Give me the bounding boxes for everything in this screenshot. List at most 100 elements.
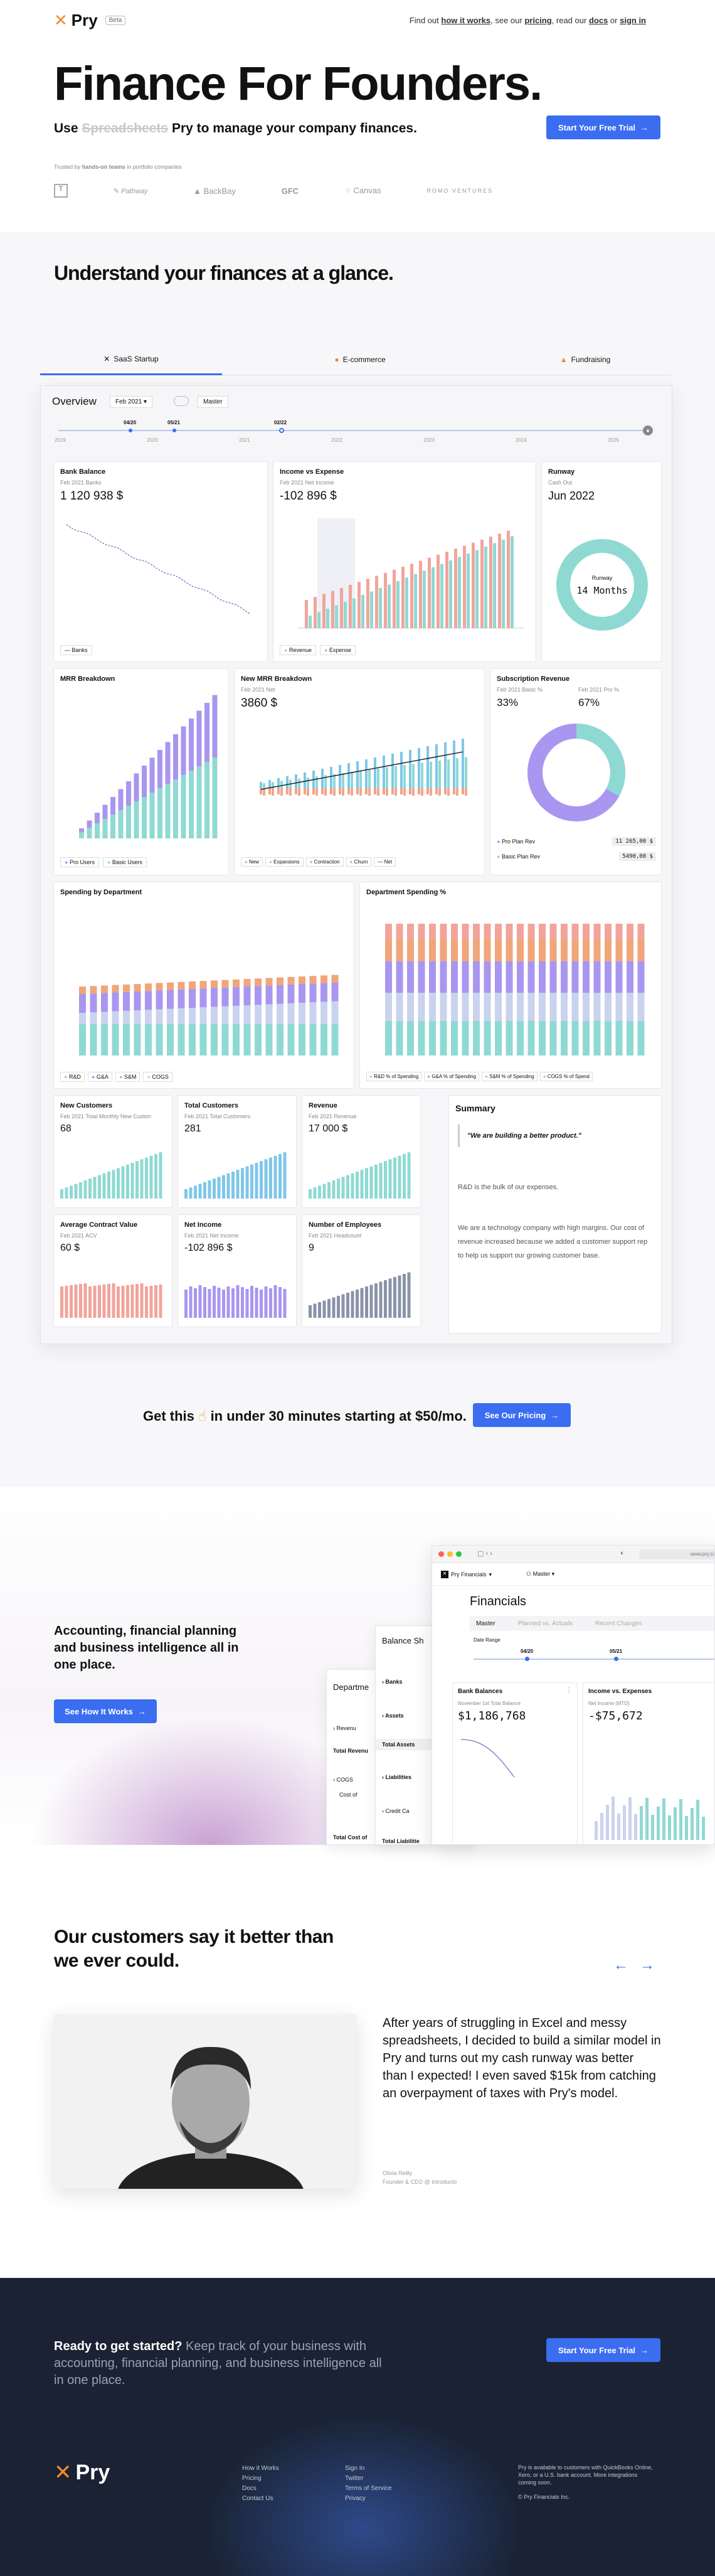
tab-fundraising[interactable]: ▲ Fundraising — [498, 344, 672, 375]
timeline-handle[interactable] — [129, 429, 132, 432]
income-expense-card[interactable]: Income vs Expense Feb 2021 Net Income -1… — [273, 461, 536, 662]
department-pct-card[interactable]: Department Spending % ● R&D % of Spendin… — [359, 882, 662, 1089]
range-handle[interactable] — [614, 1657, 618, 1661]
tab-saas[interactable]: ✕ SaaS Startup — [40, 344, 222, 375]
app-tab-master[interactable]: Master — [476, 1620, 495, 1627]
spending-card[interactable]: Spending by Department ● R&D ● G&A ● S&M… — [53, 882, 354, 1089]
bank-balances-panel[interactable]: Bank Balances ⋮ November 1st Total Balan… — [452, 1682, 578, 1844]
revenue-bar — [440, 564, 443, 628]
timeline-handle[interactable] — [172, 429, 176, 432]
nav-how-it-works-link[interactable]: how it works — [441, 16, 490, 25]
legend-net[interactable]: — Net — [374, 857, 396, 867]
legend-basic[interactable]: ● Basic Users — [102, 857, 147, 867]
legend-rnd-pct[interactable]: ● R&D % of Spending — [366, 1072, 422, 1081]
legend-expense[interactable]: ● Expense — [319, 645, 356, 655]
pct-bar — [615, 939, 623, 961]
legend-contraction[interactable]: ● Contraction — [305, 857, 344, 867]
app-master-select[interactable]: ⚇ Master ▾ — [526, 1571, 554, 1578]
see-how-it-works-button[interactable]: See How It Works → — [54, 1699, 157, 1723]
bank-balance-card[interactable]: Bank Balance Feb 2021 Banks 1 120 938 $ … — [53, 461, 268, 662]
prev-arrow-icon[interactable]: ← — [613, 1957, 628, 1974]
panel-sub: November 1st Total Balance — [458, 1701, 521, 1706]
app-tab-changes[interactable]: Recent Changes — [595, 1620, 642, 1627]
legend-new[interactable]: ● New — [241, 857, 263, 867]
browser-nav-icons[interactable]: ▢ ‹ › — [477, 1549, 492, 1558]
legend-cogs[interactable]: ● COGS — [143, 1072, 172, 1082]
pro-bar — [102, 804, 108, 819]
footer-logo[interactable]: ✕ Pry — [54, 2460, 110, 2485]
see-pricing-button[interactable]: See Our Pricing → — [473, 1403, 571, 1427]
spend-bar — [167, 982, 174, 990]
minimize-dot-icon[interactable] — [447, 1551, 453, 1557]
close-dot-icon[interactable] — [438, 1551, 444, 1557]
summary-card[interactable]: Summary "We are building a better produc… — [448, 1095, 662, 1333]
nav-sign-in-link[interactable]: sign in — [620, 16, 646, 25]
address-bar[interactable]: www.pry.co — [639, 1549, 714, 1559]
tab-ecommerce[interactable]: ● E-commerce — [222, 344, 498, 375]
legend-gna[interactable]: ● G&A — [87, 1072, 112, 1082]
footer-how-link[interactable]: How it Works — [242, 2464, 279, 2474]
nav-pricing-link[interactable]: pricing — [524, 16, 551, 25]
metric-card[interactable]: Revenue Feb 2021 Revenue 17 000 $ — [302, 1095, 421, 1208]
metric-card[interactable]: Number of Employees Feb 2021 Headcount 9 — [302, 1214, 421, 1327]
metric-card[interactable]: Net Income Feb 2021 Net Income -102 896 $ — [177, 1214, 297, 1327]
master-select[interactable]: Master — [198, 396, 228, 408]
pct-bar — [396, 939, 403, 961]
runway-card[interactable]: Runway Cash Out Jun 2022 Runway 14 Month… — [541, 461, 662, 662]
timeline-end-icon[interactable]: ● — [643, 425, 653, 436]
timeline-handle[interactable] — [279, 428, 284, 433]
legend-pro[interactable]: ● Pro Users — [60, 857, 99, 867]
footer-signin-link[interactable]: Sign In — [345, 2464, 391, 2474]
metric-card[interactable]: New Customers Feb 2021 Total Monthly New … — [53, 1095, 172, 1208]
toggle-switch[interactable] — [174, 396, 189, 406]
maximize-dot-icon[interactable] — [456, 1551, 462, 1557]
legend-expansions[interactable]: ● Expansions — [265, 857, 304, 867]
footer-terms-link[interactable]: Terms of Service — [345, 2484, 391, 2494]
card-sub: Feb 2021 ACV — [60, 1232, 97, 1239]
brand-logo[interactable]: ✕ Pry Beta — [54, 11, 126, 30]
legend-revenue[interactable]: ● Revenue — [280, 645, 316, 655]
timeline-track[interactable] — [58, 430, 648, 431]
legend-cogs-pct[interactable]: ● COGS % of Spend — [539, 1072, 593, 1081]
legend-gna-pct[interactable]: ● G&A % of Spending — [424, 1072, 480, 1081]
basic-bar — [126, 806, 131, 838]
subscription-revenue-card[interactable]: Subscription Revenue Feb 2021 Basic % Fe… — [490, 668, 662, 875]
app-tab-pva[interactable]: Planned vs. Actuals — [518, 1620, 573, 1627]
spend-bar — [145, 991, 152, 1010]
metric-bar — [388, 1278, 392, 1318]
date-select[interactable]: Feb 2021 ▾ — [110, 396, 153, 408]
footer-twitter-link[interactable]: Twitter — [345, 2474, 391, 2484]
app-brand[interactable]: ✕ Pry Financials ▾ — [441, 1571, 492, 1578]
income-expenses-panel[interactable]: Income vs. Expenses Net Income (MTD) -$7… — [583, 1682, 714, 1844]
mrr-card[interactable]: MRR Breakdown ● Pro Users ● Basic Users — [53, 668, 229, 875]
metric-bar — [398, 1155, 401, 1199]
legend-rnd[interactable]: ● R&D — [60, 1072, 85, 1082]
more-icon[interactable]: ⋮ — [566, 1687, 572, 1694]
new-mrr-card[interactable]: New MRR Breakdown Feb 2021 Net 3860 $ ● … — [234, 668, 485, 875]
date-range-track[interactable] — [474, 1659, 714, 1660]
footer-pricing-link[interactable]: Pricing — [242, 2474, 279, 2484]
spend-bar — [243, 986, 251, 1005]
legend-churn[interactable]: ● Churn — [346, 857, 372, 867]
legend-banks[interactable]: — Banks — [60, 645, 92, 655]
footer-docs-link[interactable]: Docs — [242, 2484, 279, 2494]
mini-bar — [685, 1816, 688, 1840]
legend-snm-pct[interactable]: ● S&M % of Spending — [482, 1072, 538, 1081]
footer-contact-link[interactable]: Contact Us — [242, 2494, 279, 2504]
mini-bar — [600, 1813, 603, 1840]
metric-bar — [226, 1173, 230, 1199]
expense-bar — [349, 585, 352, 628]
footer-trial-button[interactable]: Start Your Free Trial → — [546, 2338, 660, 2362]
expansion-bar — [395, 766, 397, 788]
nav-docs-link[interactable]: docs — [589, 16, 608, 25]
legend-snm[interactable]: ● S&M — [115, 1072, 140, 1082]
card-title: Total Customers — [184, 1102, 238, 1109]
pct-bar — [473, 993, 480, 1021]
footer-privacy-link[interactable]: Privacy — [345, 2494, 391, 2504]
metric-card[interactable]: Average Contract Value Feb 2021 ACV 60 $ — [53, 1214, 172, 1327]
next-arrow-icon[interactable]: → — [640, 1957, 655, 1974]
range-handle[interactable] — [525, 1657, 529, 1661]
metric-bar — [208, 1180, 211, 1199]
metric-card[interactable]: Total Customers Feb 2021 Total Customers 2… — [177, 1095, 297, 1208]
start-trial-button[interactable]: Start Your Free Trial → — [546, 115, 660, 139]
